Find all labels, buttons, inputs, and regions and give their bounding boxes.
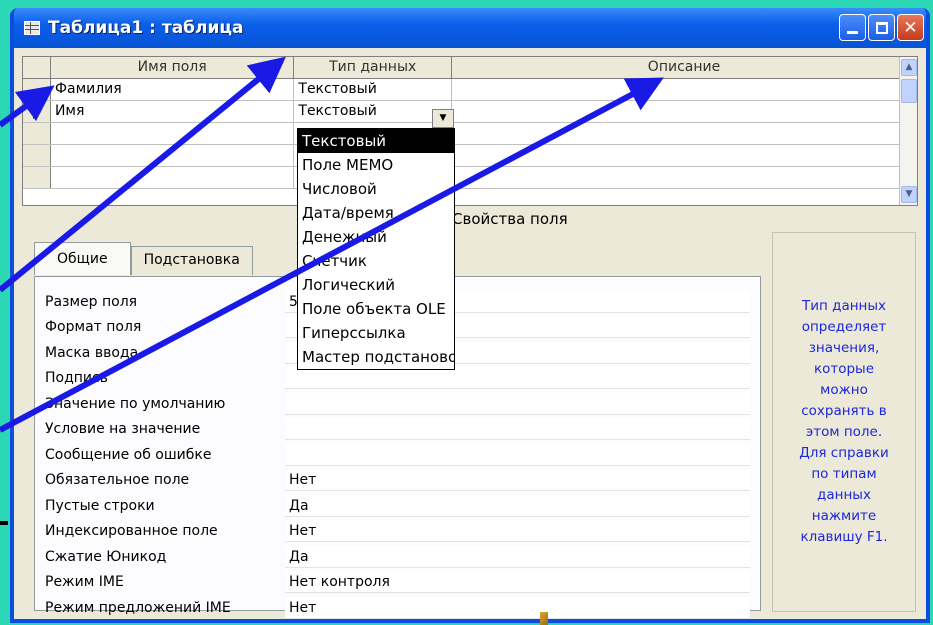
property-label: Подпись <box>45 370 108 387</box>
maximize-icon <box>875 21 888 34</box>
table-design-window: Таблица1 : таблица ✕ Имя поля Тип данных… <box>10 8 930 623</box>
property-label: Режим предложений IME <box>45 599 231 616</box>
header-selector <box>23 57 51 78</box>
close-button[interactable]: ✕ <box>897 14 924 41</box>
help-panel: Тип данных определяет значения, которые … <box>772 232 916 612</box>
property-value[interactable] <box>285 392 750 415</box>
description-cell[interactable] <box>452 101 917 122</box>
dropdown-option[interactable]: Поле объекта OLE <box>298 297 454 321</box>
row-selector[interactable] <box>23 145 51 166</box>
table-icon <box>24 21 40 35</box>
field-name-cell[interactable]: Имя <box>51 101 295 122</box>
data-type-dropdown-list[interactable]: Текстовый Поле МЕМО Числовой Дата/время … <box>297 128 455 370</box>
field-name-cell[interactable] <box>51 145 295 166</box>
field-name-cell[interactable] <box>51 123 295 144</box>
dropdown-option[interactable]: Гиперссылка <box>298 321 454 345</box>
property-value[interactable]: Нет <box>285 469 750 492</box>
grid-header: Имя поля Тип данных Описание <box>23 57 917 79</box>
description-cell[interactable] <box>452 79 917 100</box>
chevron-down-icon: ▼ <box>439 113 447 123</box>
grid-scrollbar[interactable]: ▲ ▼ <box>899 57 917 205</box>
property-row[interactable]: Сжатие Юникод Да <box>45 544 750 570</box>
scroll-down-icon[interactable]: ▼ <box>901 186 917 203</box>
maximize-button[interactable] <box>868 14 895 41</box>
property-row[interactable]: Обязательное поле Нет <box>45 468 750 494</box>
row-selector[interactable] <box>23 167 51 188</box>
properties-tabs: Общие Подстановка <box>34 242 253 275</box>
column-header-field-name[interactable]: Имя поля <box>51 57 295 78</box>
property-row[interactable]: Сообщение об ошибке <box>45 442 750 468</box>
property-row[interactable]: Режим IME Нет контроля <box>45 570 750 596</box>
table-row[interactable] <box>23 123 917 145</box>
property-row[interactable]: Индексированное поле Нет <box>45 519 750 545</box>
dropdown-option[interactable]: Логический <box>298 273 454 297</box>
property-label: Пустые строки <box>45 497 155 514</box>
row-selector[interactable] <box>23 79 51 100</box>
scroll-thumb[interactable] <box>901 79 917 103</box>
property-label: Формат поля <box>45 319 142 336</box>
property-value[interactable] <box>285 367 750 390</box>
property-row[interactable]: Условие на значение <box>45 417 750 443</box>
current-row-indicator-icon[interactable] <box>23 101 51 122</box>
property-label: Маска ввода <box>45 344 139 361</box>
description-cell[interactable] <box>452 145 917 166</box>
data-type-cell[interactable]: Текстовый <box>294 101 453 122</box>
window-title: Таблица1 : таблица <box>48 18 244 38</box>
dropdown-option[interactable]: Денежный <box>298 225 454 249</box>
property-label: Условие на значение <box>45 421 201 438</box>
table-row[interactable]: Фамилия Текстовый <box>23 79 917 101</box>
property-label: Режим IME <box>45 574 124 591</box>
dash-mark <box>0 521 8 525</box>
table-row[interactable] <box>23 167 917 189</box>
dropdown-option[interactable]: Дата/время <box>298 201 454 225</box>
minimize-button[interactable] <box>839 14 866 41</box>
dropdown-option[interactable]: Поле МЕМО <box>298 153 454 177</box>
property-row[interactable]: Режим предложений IME Нет <box>45 595 750 619</box>
dropdown-option[interactable]: Счетчик <box>298 249 454 273</box>
column-header-description[interactable]: Описание <box>452 57 917 78</box>
property-label: Сообщение об ошибке <box>45 446 212 463</box>
field-grid: Имя поля Тип данных Описание Фамилия Тек… <box>22 56 918 206</box>
table-row[interactable]: Имя Текстовый <box>23 101 917 123</box>
property-label: Значение по умолчанию <box>45 395 226 412</box>
data-type-cell[interactable]: Текстовый <box>294 79 453 100</box>
property-label: Размер поля <box>45 293 138 310</box>
description-cell[interactable] <box>452 167 917 188</box>
property-value[interactable] <box>285 443 750 466</box>
property-label: Обязательное поле <box>45 472 190 489</box>
property-value[interactable]: Да <box>285 545 750 568</box>
property-value[interactable]: Нет контроля <box>285 571 750 594</box>
property-value[interactable]: Да <box>285 494 750 517</box>
minimize-icon <box>847 31 858 34</box>
title-bar[interactable]: Таблица1 : таблица ✕ <box>14 8 926 48</box>
field-name-cell[interactable]: Фамилия <box>51 79 295 100</box>
column-header-data-type[interactable]: Тип данных <box>294 57 453 78</box>
cursor-icon <box>540 612 548 625</box>
table-row[interactable] <box>23 145 917 167</box>
field-properties-label: Свойства поля <box>452 210 568 228</box>
row-selector[interactable] <box>23 123 51 144</box>
dropdown-option[interactable]: Числовой <box>298 177 454 201</box>
data-type-dropdown-button[interactable]: ▼ <box>432 109 454 128</box>
field-name-cell[interactable] <box>51 167 295 188</box>
scroll-up-icon[interactable]: ▲ <box>901 59 917 76</box>
tab-lookup[interactable]: Подстановка <box>130 246 253 275</box>
property-value[interactable] <box>285 418 750 441</box>
close-icon: ✕ <box>903 17 918 38</box>
property-value[interactable]: Нет <box>285 520 750 543</box>
dropdown-option[interactable]: Текстовый <box>298 129 454 153</box>
tab-general[interactable]: Общие <box>34 242 131 275</box>
property-label: Индексированное поле <box>45 523 218 540</box>
help-text: Тип данных определяет значения, которые … <box>799 298 889 545</box>
dropdown-option[interactable]: Мастер подстановок... <box>298 345 454 369</box>
description-cell[interactable] <box>452 123 917 144</box>
property-row[interactable]: Пустые строки Да <box>45 493 750 519</box>
property-value[interactable]: Нет <box>285 596 750 619</box>
property-row[interactable]: Значение по умолчанию <box>45 391 750 417</box>
property-label: Сжатие Юникод <box>45 548 167 565</box>
